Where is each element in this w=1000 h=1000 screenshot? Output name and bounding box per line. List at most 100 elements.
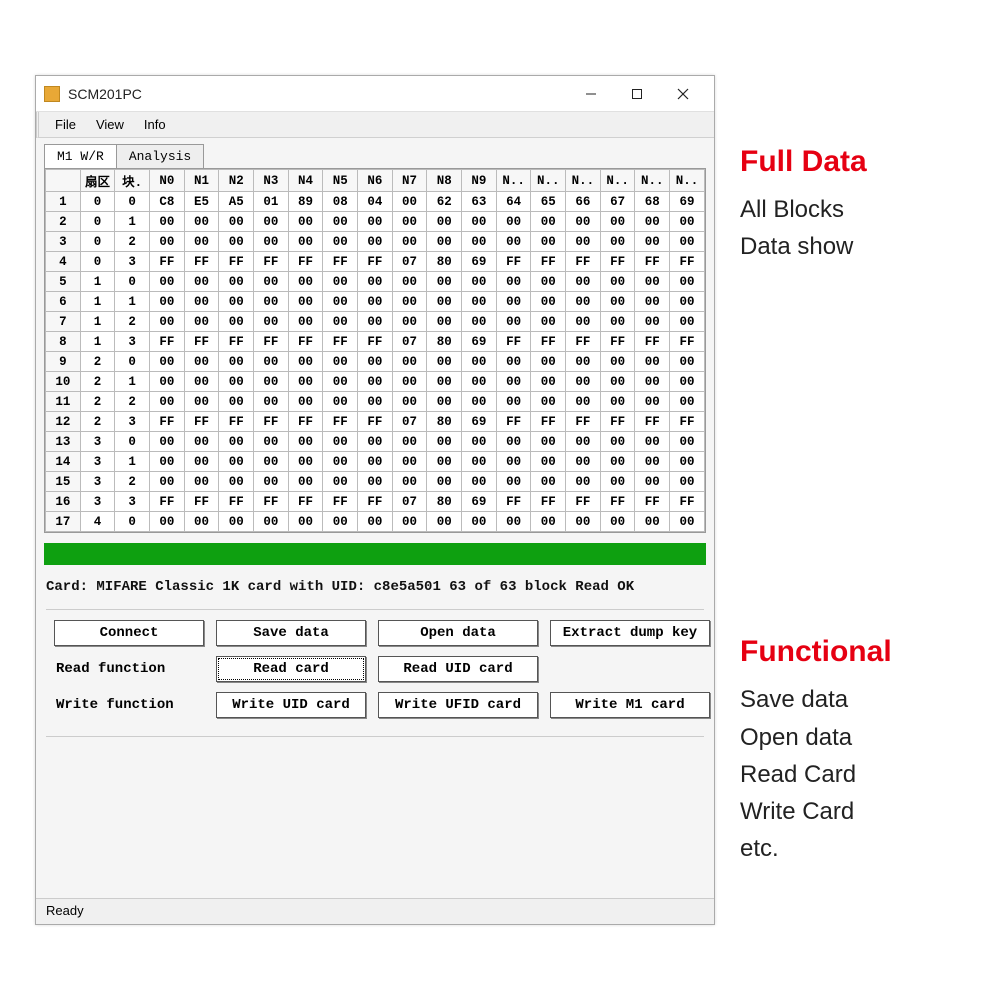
grid-row-header[interactable]: 2 [46, 212, 81, 232]
grid-cell[interactable]: FF [184, 332, 219, 352]
grid-cell[interactable]: 00 [462, 512, 497, 532]
grid-cell[interactable]: 00 [531, 272, 566, 292]
save-data-button[interactable]: Save data [216, 620, 366, 646]
grid-cell[interactable]: 00 [462, 452, 497, 472]
grid-row-header[interactable]: 15 [46, 472, 81, 492]
grid-cell[interactable]: 00 [323, 212, 358, 232]
grid-cell[interactable]: 00 [600, 272, 635, 292]
grid-cell[interactable]: 00 [254, 452, 289, 472]
grid-row-header[interactable]: 5 [46, 272, 81, 292]
grid-cell[interactable]: 00 [150, 272, 185, 292]
grid-cell[interactable]: 00 [635, 312, 670, 332]
grid-cell[interactable]: FF [531, 412, 566, 432]
grid-cell[interactable]: 00 [462, 312, 497, 332]
grid-cell[interactable]: 00 [288, 272, 323, 292]
grid-cell[interactable]: 0 [80, 252, 115, 272]
grid-cell[interactable]: 00 [288, 232, 323, 252]
grid-cell[interactable]: 00 [184, 372, 219, 392]
grid-cell[interactable]: 00 [600, 292, 635, 312]
grid-cell[interactable]: 00 [635, 372, 670, 392]
grid-cell[interactable]: FF [358, 332, 393, 352]
grid-cell[interactable]: 00 [358, 232, 393, 252]
grid-cell[interactable]: 00 [600, 372, 635, 392]
grid-row-header[interactable]: 9 [46, 352, 81, 372]
grid-cell[interactable]: 00 [150, 472, 185, 492]
grid-cell[interactable]: 00 [288, 312, 323, 332]
grid-cell[interactable]: 00 [496, 372, 531, 392]
grid-cell[interactable]: 00 [670, 432, 705, 452]
grid-cell[interactable]: FF [635, 332, 670, 352]
grid-cell[interactable]: 00 [670, 312, 705, 332]
grid-cell[interactable]: FF [323, 492, 358, 512]
grid-cell[interactable]: FF [323, 412, 358, 432]
grid-cell[interactable]: 00 [184, 292, 219, 312]
grid-cell[interactable]: 00 [323, 292, 358, 312]
grid-cell[interactable]: 3 [80, 452, 115, 472]
grid-cell[interactable]: FF [496, 412, 531, 432]
grid-cell[interactable]: 00 [531, 452, 566, 472]
grid-row-header[interactable]: 17 [46, 512, 81, 532]
grid-cell[interactable]: 00 [670, 392, 705, 412]
grid-row-header[interactable]: 11 [46, 392, 81, 412]
grid-cell[interactable]: 00 [288, 372, 323, 392]
grid-header[interactable]: 块. [115, 170, 150, 192]
grid-cell[interactable]: 00 [358, 432, 393, 452]
write-ufid-card-button[interactable]: Write UFID card [378, 692, 538, 718]
menu-file[interactable]: File [45, 114, 86, 135]
grid-cell[interactable]: 89 [288, 192, 323, 212]
grid-cell[interactable]: 00 [635, 452, 670, 472]
grid-cell[interactable]: 00 [254, 212, 289, 232]
grid-cell[interactable]: 00 [323, 392, 358, 412]
grid-cell[interactable]: FF [254, 252, 289, 272]
grid-cell[interactable]: 00 [531, 512, 566, 532]
grid-cell[interactable]: FF [531, 252, 566, 272]
grid-cell[interactable]: 00 [323, 312, 358, 332]
grid-cell[interactable]: 00 [323, 512, 358, 532]
grid-cell[interactable]: 00 [635, 232, 670, 252]
grid-cell[interactable]: 3 [115, 412, 150, 432]
grid-cell[interactable]: 69 [462, 252, 497, 272]
grid-cell[interactable]: 00 [600, 232, 635, 252]
grid-cell[interactable]: 07 [392, 412, 427, 432]
grid-cell[interactable]: 07 [392, 332, 427, 352]
grid-cell[interactable]: 00 [288, 392, 323, 412]
grid-cell[interactable]: 00 [358, 312, 393, 332]
grid-cell[interactable]: 00 [427, 472, 462, 492]
connect-button[interactable]: Connect [54, 620, 204, 646]
grid-cell[interactable]: FF [531, 332, 566, 352]
grid-cell[interactable]: 00 [358, 292, 393, 312]
grid-cell[interactable]: 00 [392, 292, 427, 312]
open-data-button[interactable]: Open data [378, 620, 538, 646]
tab-analysis[interactable]: Analysis [116, 144, 204, 168]
grid-cell[interactable]: FF [566, 492, 601, 512]
grid-cell[interactable]: 4 [80, 512, 115, 532]
grid-cell[interactable]: 00 [184, 232, 219, 252]
grid-cell[interactable]: 00 [358, 372, 393, 392]
grid-cell[interactable]: 00 [323, 352, 358, 372]
grid-cell[interactable]: 63 [462, 192, 497, 212]
read-uid-card-button[interactable]: Read UID card [378, 656, 538, 682]
grid-cell[interactable]: FF [288, 492, 323, 512]
grid-cell[interactable]: 00 [496, 232, 531, 252]
grid-cell[interactable]: 00 [219, 432, 254, 452]
grid-cell[interactable]: 00 [427, 432, 462, 452]
grid-cell[interactable]: 00 [566, 392, 601, 412]
grid-cell[interactable]: 80 [427, 492, 462, 512]
grid-cell[interactable]: 1 [115, 372, 150, 392]
grid-cell[interactable]: 00 [150, 352, 185, 372]
grid-header[interactable]: N5 [323, 170, 358, 192]
grid-cell[interactable]: 00 [323, 272, 358, 292]
grid-cell[interactable]: FF [600, 332, 635, 352]
grid-cell[interactable]: FF [288, 252, 323, 272]
grid-cell[interactable]: 1 [80, 332, 115, 352]
grid-cell[interactable]: 00 [496, 312, 531, 332]
grid-cell[interactable]: 00 [323, 232, 358, 252]
grid-cell[interactable]: 00 [219, 312, 254, 332]
grid-cell[interactable]: 00 [219, 392, 254, 412]
read-card-button[interactable]: Read card [216, 656, 366, 682]
grid-cell[interactable]: 2 [80, 412, 115, 432]
grid-cell[interactable]: 2 [115, 232, 150, 252]
grid-cell[interactable]: 69 [462, 332, 497, 352]
grid-cell[interactable]: FF [358, 492, 393, 512]
grid-cell[interactable]: 00 [531, 372, 566, 392]
